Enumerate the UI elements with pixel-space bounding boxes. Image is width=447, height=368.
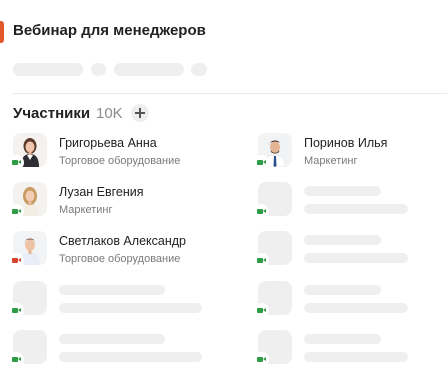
participant-skeleton bbox=[255, 330, 447, 368]
webinar-participants-card: Вебинар для менеджеров Участники 10K Гри… bbox=[0, 0, 447, 368]
camera-on-icon bbox=[10, 205, 23, 218]
camera-on-icon bbox=[255, 254, 268, 267]
camera-off-icon bbox=[10, 254, 23, 267]
tab-skeleton bbox=[13, 63, 83, 76]
participant-skeleton bbox=[255, 182, 447, 222]
role-skeleton bbox=[304, 204, 408, 214]
tab-skeleton bbox=[91, 63, 106, 76]
page-title: Вебинар для менеджеров bbox=[13, 22, 206, 39]
role-skeleton bbox=[59, 352, 202, 362]
participant-role: Маркетинг bbox=[304, 155, 358, 167]
participant-item[interactable]: Светлаков Александр Торговое оборудовани… bbox=[10, 231, 213, 271]
camera-on-icon bbox=[10, 353, 23, 366]
participant-skeleton bbox=[255, 281, 447, 321]
camera-on-icon bbox=[255, 304, 268, 317]
camera-on-icon bbox=[10, 156, 23, 169]
participant-item[interactable]: Поринов Илья Маркетинг bbox=[255, 133, 447, 173]
participant-name: Светлаков Александр bbox=[59, 234, 186, 248]
name-skeleton bbox=[304, 186, 381, 196]
participant-skeleton bbox=[10, 330, 213, 368]
camera-on-icon bbox=[255, 205, 268, 218]
participant-item[interactable]: Григорьева Анна Торговое оборудование bbox=[10, 133, 213, 173]
participant-role: Маркетинг bbox=[59, 204, 113, 216]
role-skeleton bbox=[304, 303, 408, 313]
participant-skeleton bbox=[10, 281, 213, 321]
camera-on-icon bbox=[255, 353, 268, 366]
participant-role: Торговое оборудование bbox=[59, 155, 181, 167]
title-accent-bar bbox=[0, 21, 4, 43]
name-skeleton bbox=[304, 285, 381, 295]
participants-heading: Участники bbox=[13, 105, 91, 122]
camera-on-icon bbox=[10, 304, 23, 317]
header: Вебинар для менеджеров bbox=[0, 20, 447, 44]
name-skeleton bbox=[304, 235, 381, 245]
participant-name: Лузан Евгения bbox=[59, 185, 144, 199]
name-skeleton bbox=[59, 334, 165, 344]
participant-name: Поринов Илья bbox=[304, 136, 388, 150]
tab-skeleton bbox=[114, 63, 184, 76]
role-skeleton bbox=[304, 253, 408, 263]
name-skeleton bbox=[304, 334, 381, 344]
participant-name: Григорьева Анна bbox=[59, 136, 157, 150]
role-skeleton bbox=[304, 352, 408, 362]
name-skeleton bbox=[59, 285, 165, 295]
participant-item[interactable]: Лузан Евгения Маркетинг bbox=[10, 182, 213, 222]
participant-skeleton bbox=[255, 231, 447, 271]
role-skeleton bbox=[59, 303, 202, 313]
tab-skeleton bbox=[191, 63, 207, 76]
divider bbox=[13, 93, 447, 94]
participant-role: Торговое оборудование bbox=[59, 253, 181, 265]
participants-count: 10K bbox=[96, 105, 123, 122]
add-participant-button[interactable] bbox=[131, 104, 149, 122]
camera-on-icon bbox=[255, 156, 268, 169]
